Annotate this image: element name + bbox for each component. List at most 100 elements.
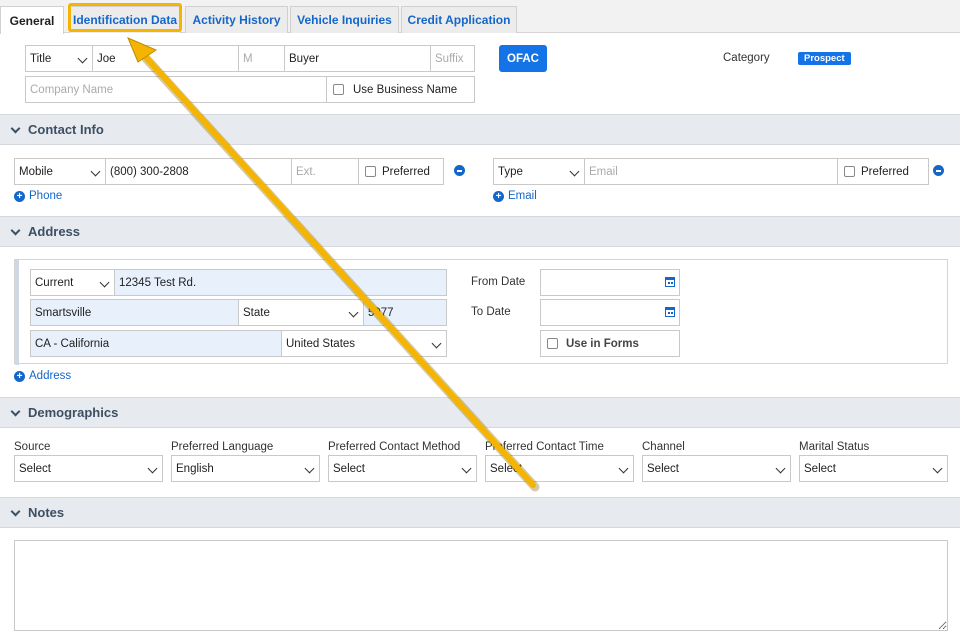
tab-activity-history[interactable]: Activity History — [185, 6, 288, 33]
demographic-select[interactable]: Select — [485, 455, 634, 482]
checkbox-icon — [547, 338, 558, 349]
address-type-select[interactable]: Current — [30, 269, 115, 296]
phone-field[interactable]: (800) 300-2808 — [105, 158, 292, 185]
demographic-label: Preferred Contact Method — [328, 441, 461, 453]
last-name-field[interactable]: Buyer — [284, 45, 431, 72]
state-value: State — [243, 306, 270, 319]
company-name-placeholder: Company Name — [30, 83, 114, 96]
notes-textarea[interactable] — [14, 540, 948, 631]
checkbox-icon — [844, 166, 855, 177]
use-in-forms-checkbox[interactable]: Use in Forms — [540, 330, 680, 357]
add-phone-label: Phone — [29, 190, 63, 202]
phone-preferred-checkbox[interactable]: Preferred — [358, 158, 444, 185]
to-date-field[interactable] — [540, 299, 680, 326]
section-notes[interactable]: Notes — [0, 497, 960, 528]
address-type-value: Current — [35, 276, 74, 289]
demographic-select[interactable]: Select — [328, 455, 477, 482]
chevron-down-icon — [348, 307, 359, 317]
city-field[interactable]: Smartsville — [30, 299, 239, 326]
chevron-down-icon — [147, 463, 158, 473]
to-date-label: To Date — [471, 306, 511, 318]
city-value: Smartsville — [35, 306, 92, 319]
add-phone-link[interactable]: + Phone — [14, 190, 62, 202]
chevron-down-icon — [99, 277, 110, 287]
chevron-down-icon — [932, 463, 943, 473]
phone-type-select[interactable]: Mobile — [14, 158, 106, 185]
section-title: Address — [28, 224, 81, 239]
remove-email-icon[interactable] — [933, 165, 944, 176]
middle-name-placeholder: M — [243, 52, 253, 65]
chevron-down-icon — [304, 463, 315, 473]
demographic-select[interactable]: English — [171, 455, 320, 482]
remove-phone-icon[interactable] — [454, 165, 465, 176]
email-type-value: Type — [498, 165, 523, 178]
from-date-label: From Date — [471, 276, 526, 288]
suffix-field[interactable]: Suffix — [430, 45, 475, 72]
section-address[interactable]: Address — [0, 216, 960, 247]
chevron-down-icon — [10, 123, 21, 134]
county-field[interactable]: CA - California — [30, 330, 282, 357]
phone-type-value: Mobile — [19, 165, 53, 178]
add-address-link[interactable]: + Address — [14, 370, 71, 382]
add-address-label: Address — [29, 370, 72, 382]
email-preferred-checkbox[interactable]: Preferred — [837, 158, 929, 185]
demographic-label: Preferred Contact Time — [485, 441, 604, 453]
use-business-name-checkbox[interactable]: Use Business Name — [326, 76, 475, 103]
email-placeholder: Email — [589, 165, 618, 178]
from-date-field[interactable] — [540, 269, 680, 296]
demographic-value: Select — [333, 462, 365, 475]
chevron-down-icon — [10, 506, 21, 517]
section-title: Demographics — [28, 405, 119, 420]
calendar-icon[interactable] — [665, 307, 675, 317]
chevron-down-icon — [10, 406, 21, 417]
state-select[interactable]: State — [238, 299, 364, 326]
title-select[interactable]: Title — [25, 45, 93, 72]
tab-vehicle-inquiries[interactable]: Vehicle Inquiries — [290, 6, 399, 33]
county-value: CA - California — [35, 337, 110, 350]
chevron-down-icon — [431, 338, 442, 348]
demographic-label: Source — [14, 441, 51, 453]
first-name-field[interactable]: Joe — [92, 45, 239, 72]
section-title: Notes — [28, 505, 65, 520]
demographic-label: Marital Status — [799, 441, 870, 453]
ext-placeholder: Ext. — [296, 165, 316, 178]
use-in-forms-label: Use in Forms — [566, 337, 639, 350]
demographic-value: Select — [490, 462, 522, 475]
chevron-down-icon — [90, 166, 101, 176]
chevron-down-icon — [775, 463, 786, 473]
demographic-select[interactable]: Select — [799, 455, 948, 482]
demographic-value: Select — [804, 462, 836, 475]
middle-name-field[interactable]: M — [238, 45, 285, 72]
plus-icon: + — [14, 370, 25, 382]
ext-field[interactable]: Ext. — [291, 158, 359, 185]
zip-value: 5977 — [368, 306, 394, 319]
chevron-down-icon — [77, 53, 88, 63]
highlight-box — [68, 3, 182, 32]
email-field[interactable]: Email — [584, 158, 838, 185]
suffix-placeholder: Suffix — [435, 52, 464, 65]
email-type-select[interactable]: Type — [493, 158, 585, 185]
street-field[interactable]: 12345 Test Rd. — [114, 269, 447, 296]
title-value: Title — [30, 52, 52, 65]
plus-icon: + — [14, 190, 25, 202]
company-name-field[interactable]: Company Name — [25, 76, 327, 103]
demographic-select[interactable]: Select — [642, 455, 791, 482]
demographic-select[interactable]: Select — [14, 455, 163, 482]
section-demographics[interactable]: Demographics — [0, 397, 960, 428]
add-email-link[interactable]: + Email — [493, 190, 537, 202]
tab-general[interactable]: General — [0, 6, 64, 34]
last-name-value: Buyer — [289, 52, 320, 65]
country-value: United States — [286, 337, 356, 350]
section-contact-info[interactable]: Contact Info — [0, 114, 960, 145]
chevron-down-icon — [618, 463, 629, 473]
demographic-value: Select — [647, 462, 679, 475]
category-badge: Prospect — [798, 52, 851, 65]
use-business-name-label: Use Business Name — [353, 83, 458, 96]
ofac-button[interactable]: OFAC — [499, 45, 547, 72]
tab-credit-application[interactable]: Credit Application — [401, 6, 517, 33]
calendar-icon[interactable] — [665, 277, 675, 287]
plus-icon: + — [493, 190, 504, 202]
zip-field[interactable]: 5977 — [363, 299, 447, 326]
country-select[interactable]: United States — [281, 330, 447, 357]
phone-value: (800) 300-2808 — [110, 165, 189, 178]
